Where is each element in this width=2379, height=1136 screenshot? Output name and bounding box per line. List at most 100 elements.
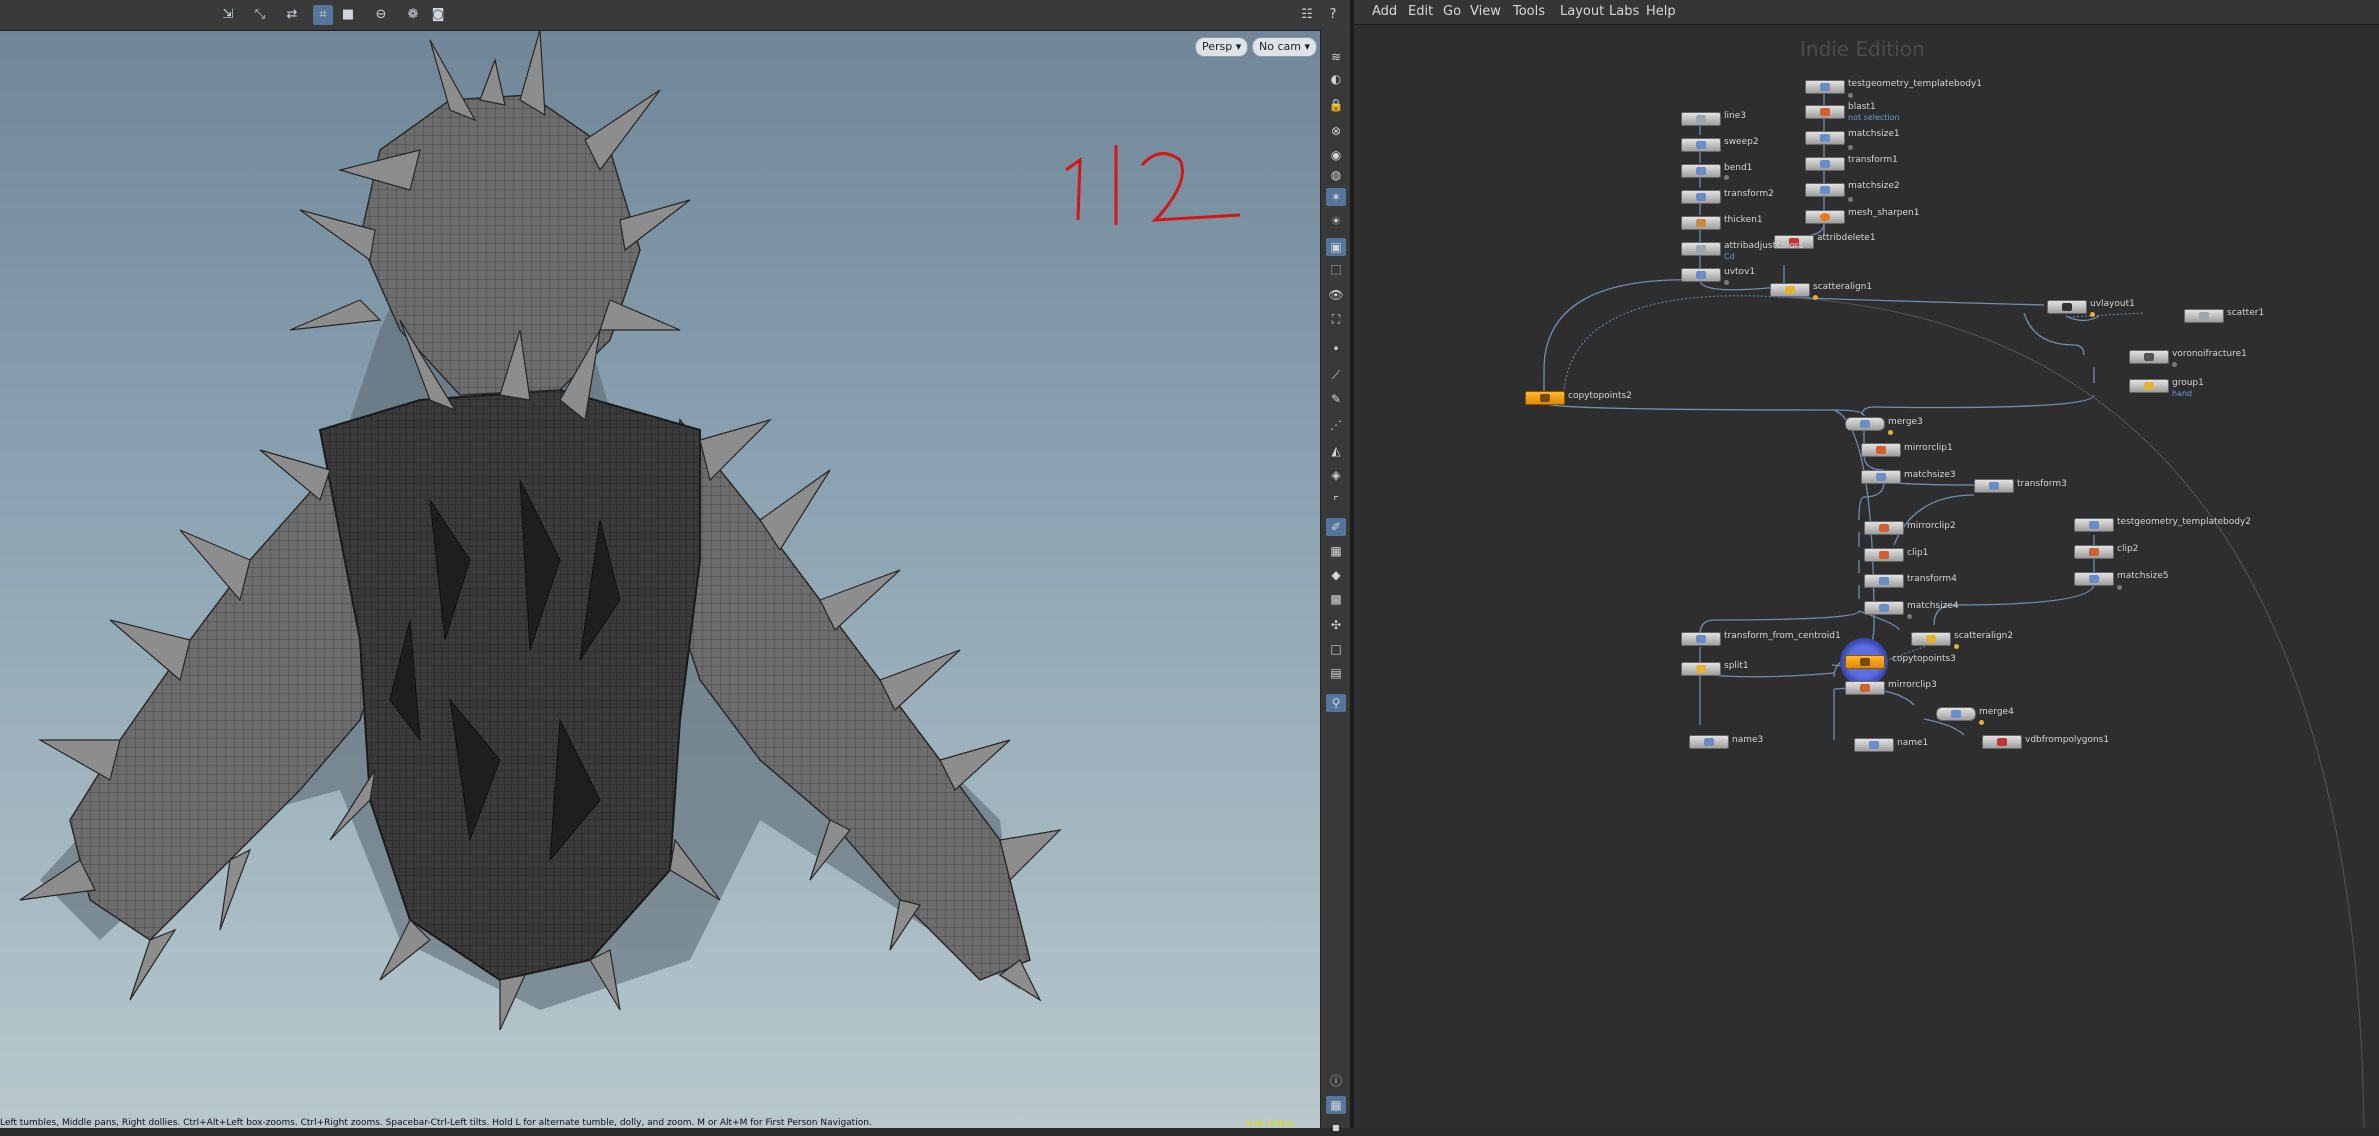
brush-icon[interactable]: ✐	[1326, 518, 1346, 536]
node-label: bend1	[1724, 163, 1753, 173]
ghost-icon[interactable]: ◐	[1326, 70, 1346, 88]
square-icon[interactable]: □	[1326, 640, 1346, 658]
node-transform3[interactable]	[1974, 479, 2014, 493]
pin-icon[interactable]: ⚲	[1326, 694, 1346, 712]
render-icon[interactable]: ◙	[428, 5, 448, 25]
handle-icon[interactable]: ⇄	[282, 5, 302, 25]
node-matchsize1[interactable]	[1805, 131, 1845, 145]
node-matchsize3[interactable]	[1861, 470, 1901, 484]
node-merge4[interactable]	[1936, 707, 1976, 721]
node-name1[interactable]	[1854, 738, 1894, 752]
menu-add[interactable]: Add	[1372, 4, 1397, 19]
bottom-icon[interactable]: ▪	[1326, 1118, 1346, 1136]
node-mirrorclip3[interactable]	[1845, 681, 1885, 695]
node-mirrorclip2[interactable]	[1864, 521, 1904, 535]
select-icon[interactable]: ⇲	[218, 5, 238, 25]
node-voronoifracture1[interactable]	[2129, 350, 2169, 364]
shading-icon[interactable]: ◍	[1326, 166, 1346, 184]
node-attribadjustcolor1[interactable]	[1681, 242, 1721, 256]
node-bend1[interactable]	[1681, 164, 1721, 178]
node-testgeometry_templatebody1[interactable]	[1805, 80, 1845, 94]
menu-go[interactable]: Go	[1443, 4, 1461, 19]
node-sweep2[interactable]	[1681, 138, 1721, 152]
node-uvtov1[interactable]	[1681, 268, 1721, 282]
node-name3[interactable]	[1689, 735, 1729, 749]
node-merge3[interactable]	[1845, 417, 1885, 431]
camera-menu-button[interactable]: No cam ▾	[1252, 37, 1317, 57]
lock-icon[interactable]: 🔒	[1326, 96, 1346, 114]
node-copytopoints3[interactable]	[1845, 655, 1885, 669]
close-vis-icon[interactable]: ⊗	[1326, 122, 1346, 140]
menu-view[interactable]: View	[1470, 4, 1501, 19]
menu-edit[interactable]: Edit	[1408, 4, 1433, 19]
node-scatteralign1[interactable]	[1770, 283, 1810, 297]
help-icon[interactable]: ?	[1323, 5, 1343, 25]
bulb-icon[interactable]: ☀	[1326, 212, 1346, 230]
snap-icon[interactable]: ⌗	[313, 5, 333, 25]
info-icon[interactable]: ⓘ	[1326, 1072, 1346, 1090]
snapshot-icon[interactable]: ▣	[1326, 238, 1346, 256]
vertex-icon[interactable]: ⋰	[1326, 416, 1346, 434]
node-transform2[interactable]	[1681, 190, 1721, 204]
diamond-icon[interactable]: ◆	[1326, 566, 1346, 584]
menu-help[interactable]: Help	[1646, 4, 1676, 19]
object-icon[interactable]: ◈	[1326, 466, 1346, 484]
menu-labs[interactable]: Labs	[1609, 4, 1639, 19]
grid-icon[interactable]: ▦	[1326, 542, 1346, 560]
node-label: line3	[1724, 111, 1746, 121]
node-clip1[interactable]	[1864, 548, 1904, 562]
node-matchsize5[interactable]	[2074, 572, 2114, 586]
node-transform_from_centroid1[interactable]	[1681, 632, 1721, 646]
grid-view-icon[interactable]: ▦	[1326, 1096, 1346, 1114]
node-thicken1[interactable]	[1681, 216, 1721, 230]
layout-icon[interactable]: ▤	[1326, 664, 1346, 682]
camera-tool-icon[interactable]: ⛶	[1326, 310, 1346, 328]
node-transform1[interactable]	[1805, 157, 1845, 171]
node-label: name1	[1897, 738, 1929, 748]
node-uvlayout1[interactable]	[2047, 300, 2087, 314]
node-label: copytopoints3	[1892, 654, 1956, 664]
node-scatter1[interactable]	[2184, 309, 2224, 323]
node-scatteralign2[interactable]	[1911, 632, 1951, 646]
node-split1[interactable]	[1681, 662, 1721, 676]
node-matchsize2[interactable]	[1805, 183, 1845, 197]
no-entry-icon[interactable]: ⊖	[371, 5, 391, 25]
grid-menu-icon[interactable]: ☷	[1297, 5, 1317, 25]
node-testgeometry_templatebody2[interactable]	[2074, 518, 2114, 532]
light-icon[interactable]: ✶	[1326, 188, 1346, 206]
node-sublabel: not selection	[1848, 113, 1900, 122]
node-mesh_sharpen1[interactable]	[1805, 210, 1845, 224]
camera-icon[interactable]: ❁	[403, 5, 423, 25]
sphere-icon[interactable]: ◉	[1326, 146, 1346, 164]
point-icon[interactable]: •	[1326, 340, 1346, 358]
node-label: mirrorclip2	[1907, 521, 1956, 531]
node-blast1[interactable]	[1805, 105, 1845, 119]
primitive-icon[interactable]: ◭	[1326, 442, 1346, 460]
transform-icon[interactable]: ⤡	[250, 5, 270, 25]
menu-layout[interactable]: Layout	[1560, 4, 1604, 19]
display-icon[interactable]: ■	[338, 5, 358, 25]
pen-icon[interactable]: ✎	[1326, 390, 1346, 408]
node-transform4[interactable]	[1864, 574, 1904, 588]
display-options-icon[interactable]: ≋	[1326, 48, 1346, 66]
edge-icon[interactable]: ⟋	[1326, 366, 1346, 384]
node-line3[interactable]	[1681, 112, 1721, 126]
node-label: sweep2	[1724, 137, 1759, 147]
color-icon[interactable]: ▩	[1326, 590, 1346, 608]
node-vdbfrompolygons1[interactable]	[1982, 735, 2022, 749]
node-matchsize4[interactable]	[1864, 601, 1904, 615]
frame-icon[interactable]: ⬚	[1326, 260, 1346, 278]
node-mirrorclip1[interactable]	[1861, 443, 1901, 457]
scene-viewport[interactable]: Persp ▾ No cam ▾ Left tumbles, Middle pa…	[0, 0, 1320, 1128]
axis-icon[interactable]: ✣	[1326, 616, 1346, 634]
flag-indicator	[1888, 430, 1893, 435]
persp-menu-button[interactable]: Persp ▾	[1195, 37, 1249, 57]
network-editor[interactable]: Indie Edition testgeometry_templatebody1…	[1354, 25, 2379, 1128]
node-copytopoints2[interactable]	[1525, 391, 1565, 405]
node-sublabel: Cd	[1724, 252, 1735, 261]
node-clip2[interactable]	[2074, 545, 2114, 559]
node-group1[interactable]	[2129, 379, 2169, 393]
corner-icon[interactable]: ⌜	[1326, 492, 1346, 510]
eye-icon[interactable]: 👁	[1326, 286, 1346, 304]
menu-tools[interactable]: Tools	[1513, 4, 1545, 19]
